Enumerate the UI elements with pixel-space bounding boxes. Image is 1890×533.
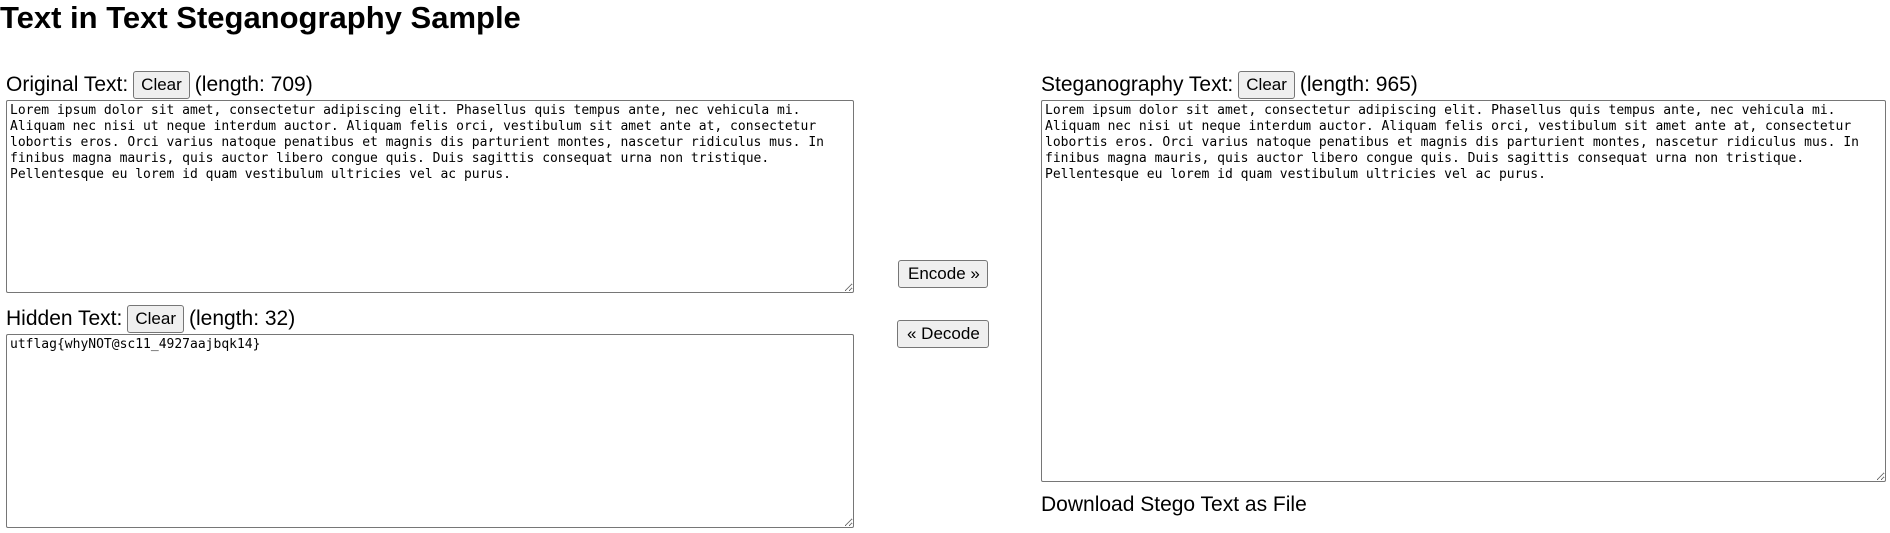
original-text-label-row: Original Text: Clear (length: 709) [6, 70, 313, 100]
page-title: Text in Text Steganography Sample [0, 0, 521, 35]
download-stego-link[interactable]: Download Stego Text as File [1041, 491, 1307, 519]
clear-original-button[interactable]: Clear [133, 71, 190, 99]
original-text-input[interactable]: Lorem ipsum dolor sit amet, consectetur … [6, 100, 854, 293]
hidden-text-label-row: Hidden Text: Clear (length: 32) [6, 304, 295, 334]
decode-button[interactable]: « Decode [897, 320, 989, 348]
stego-text-label: Steganography Text: [1041, 73, 1234, 96]
hidden-text-label: Hidden Text: [6, 307, 123, 330]
stego-text-output[interactable]: Lorem ipsum dolor sit amet, consectetur … [1041, 100, 1886, 482]
steganography-page: Text in Text Steganography Sample Origin… [0, 0, 1890, 533]
hidden-text-input[interactable]: utflag{whyNOT@sc11_4927aajbqk14} [6, 334, 854, 528]
encode-button[interactable]: Encode » [898, 260, 988, 288]
clear-hidden-button[interactable]: Clear [127, 305, 184, 333]
stego-text-length: (length: 965) [1299, 73, 1418, 96]
original-text-label: Original Text: [6, 73, 129, 96]
clear-stego-button[interactable]: Clear [1238, 71, 1295, 99]
original-text-length: (length: 709) [194, 73, 313, 96]
hidden-text-length: (length: 32) [188, 307, 296, 330]
stego-text-label-row: Steganography Text: Clear (length: 965) [1041, 70, 1418, 100]
